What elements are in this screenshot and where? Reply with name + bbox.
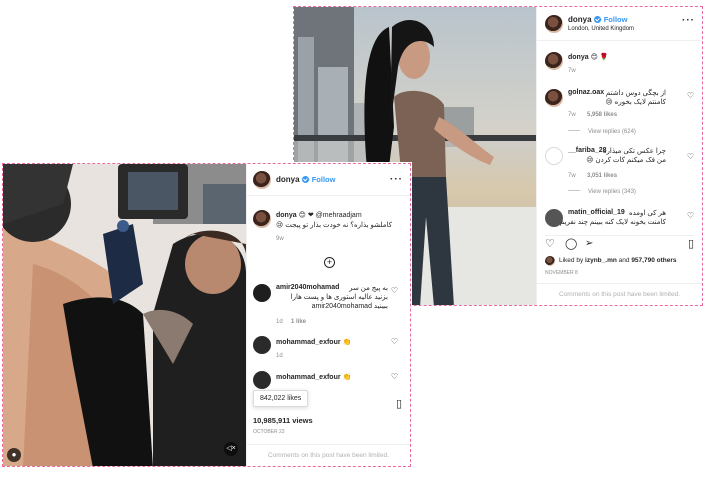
comment-time: 1d <box>276 319 283 325</box>
post-card-tattoo: ● ◁× donya • Follow ··· donya 😊 ❤ @mehra… <box>2 163 411 467</box>
comment-username[interactable]: __fariba_28 <box>568 147 607 154</box>
comment-like-icon[interactable]: ♡ <box>687 212 694 220</box>
view-replies-link[interactable]: View replies (624) <box>568 129 636 135</box>
location-link[interactable]: London, United Kingdom <box>568 26 634 32</box>
comment-like-icon[interactable]: ♡ <box>391 373 398 381</box>
comment-likes[interactable]: 1 like <box>291 319 306 325</box>
post-header: donya • Follow ··· <box>247 164 410 196</box>
bookmark-icon[interactable]: ▯ <box>688 239 694 250</box>
avatar[interactable] <box>253 171 271 189</box>
more-icon[interactable]: ··· <box>390 174 403 185</box>
comment-avatar[interactable] <box>545 89 563 107</box>
comment-avatar[interactable] <box>545 147 563 165</box>
post-header: donya • Follow London, United Kingdom ··… <box>537 7 702 41</box>
comment-text-line2: من فک میکنم کات کردن 😢 <box>586 157 666 164</box>
user-tag-icon[interactable]: ● <box>7 448 21 462</box>
comment-time: 1d <box>276 353 283 359</box>
tattoo-video-frame <box>3 164 246 466</box>
comment-likes[interactable]: 3,051 likes <box>587 173 617 179</box>
comments-limited-notice: Comments on this post have been limited. <box>247 444 410 466</box>
comment-text-line2: کامنتم لایک بخوره 😢 <box>605 99 666 106</box>
caption-time: 7w <box>568 68 576 74</box>
follow-button[interactable]: • Follow <box>599 15 627 24</box>
username-link[interactable]: donya <box>276 175 309 184</box>
liked-by-avatar <box>545 256 555 266</box>
view-replies-link[interactable]: View replies (343) <box>568 189 636 195</box>
comment-text: از بچگی دوس داشتم <box>605 90 666 97</box>
mute-icon[interactable]: ◁× <box>224 442 238 456</box>
comment-username[interactable]: mohammad_exfour 👏 <box>276 373 351 381</box>
heart-icon[interactable]: ♡ <box>545 239 555 250</box>
caption-avatar[interactable] <box>545 52 563 70</box>
liked-by[interactable]: Liked by izynb_.mn and 957,790 others <box>559 257 676 264</box>
comment-like-icon[interactable]: ♡ <box>687 92 694 100</box>
likes-tooltip: 842,022 likes <box>253 390 309 407</box>
follow-button[interactable]: • Follow <box>307 175 335 184</box>
caption-line2: کاملشو بذاره؟ نه خودت بذار تو پیجت 😢 <box>276 222 392 229</box>
share-icon[interactable]: ➢ <box>585 239 593 249</box>
username-link[interactable]: donya <box>568 15 601 24</box>
comment-avatar[interactable] <box>253 284 271 302</box>
comment-likes[interactable]: 5,958 likes <box>587 112 617 118</box>
comment-text-line2: کامنت بخونه لایک کنه ببینم چند نفریم <box>559 219 666 226</box>
comment-like-icon[interactable]: ♡ <box>391 338 398 346</box>
post-sidebar: donya • Follow ··· donya 😊 ❤ @mehraadjam… <box>246 164 410 466</box>
post-date: OCTOBER 23 <box>253 429 285 435</box>
caption-time: 9w <box>276 236 284 242</box>
action-bar: ♡ ◯ ➢ ▯ <box>545 235 694 250</box>
comment-text-line2: بزنید عالیه استوری ها و پست هارا <box>290 294 388 301</box>
comment-username[interactable]: golnaz.oax <box>568 89 604 96</box>
avatar[interactable] <box>545 15 563 33</box>
post-date: NOVEMBER 8 <box>545 270 578 276</box>
caption-avatar[interactable] <box>253 210 271 228</box>
comment-time: 7w <box>568 173 576 179</box>
comment-text-line3: ببینید amir2040mohamad <box>311 303 388 310</box>
comment-icon[interactable]: ◯ <box>565 239 577 250</box>
views-count: 10,985,911 views <box>253 416 313 425</box>
comment-avatar[interactable] <box>253 371 271 389</box>
post-video-tattoo[interactable]: ● ◁× <box>3 164 246 466</box>
add-icon[interactable]: + <box>324 257 335 268</box>
caption: donya 😊 ❤ @mehraadjam <box>276 212 362 219</box>
comment-like-icon[interactable]: ♡ <box>687 153 694 161</box>
comment-like-icon[interactable]: ♡ <box>391 287 398 295</box>
comment-text: چرا عکس تکی میذاره <box>602 148 666 155</box>
comment-text: هر کی اومده <box>628 210 666 217</box>
caption-mention[interactable]: @mehraadjam <box>316 212 362 219</box>
comment-text: به پیج من سر <box>349 285 388 292</box>
more-icon[interactable]: ··· <box>682 15 695 26</box>
comment-username[interactable]: matin_official_19 <box>568 209 625 216</box>
comments-limited-notice: Comments on this post have been limited. <box>537 283 702 305</box>
comment-username[interactable]: amir2040mohamad <box>276 284 339 291</box>
comment-avatar[interactable] <box>253 336 271 354</box>
comment-username[interactable]: mohammad_exfour 👏 <box>276 338 351 346</box>
bookmark-icon[interactable]: ▯ <box>396 399 402 410</box>
post-sidebar: donya • Follow London, United Kingdom ··… <box>536 7 702 305</box>
caption: donya 😊 🌹 <box>568 54 609 61</box>
comment-time: 7w <box>568 112 576 118</box>
